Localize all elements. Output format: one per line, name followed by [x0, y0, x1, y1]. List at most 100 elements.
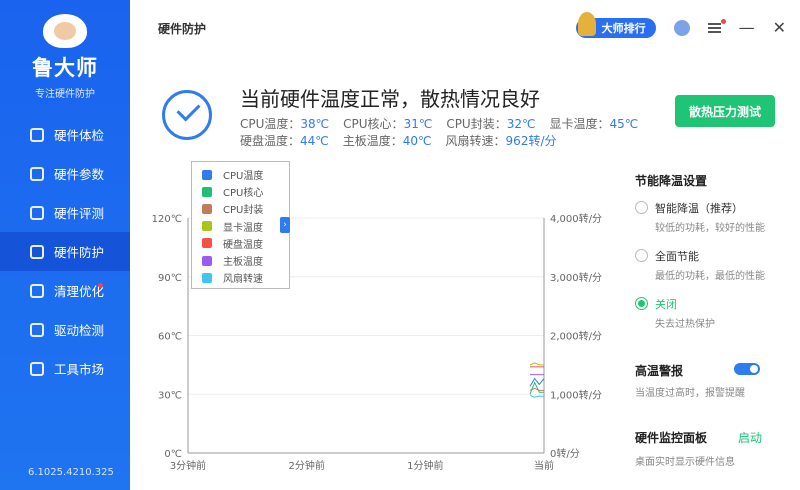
series-line [529, 394, 545, 398]
series-line [529, 381, 544, 395]
sidebar-item-1[interactable]: 硬件参数 [0, 154, 130, 193]
legend-item[interactable]: 主板温度 [202, 252, 289, 269]
legend-label: 显卡温度 [223, 222, 263, 234]
alarm-desc: 当温度过高时，报警提醒 [635, 388, 745, 399]
legend-swatch [202, 221, 212, 232]
legend-label: 硬盘温度 [223, 239, 263, 251]
sidebar-item-5[interactable]: 驱动检测 [0, 310, 130, 349]
metric-value: 44℃ [300, 134, 329, 148]
metric-label: CPU核心： [343, 117, 404, 131]
metric-value: 962转/分 [505, 134, 557, 148]
status-headline: 当前硬件温度正常，散热情况良好 [240, 87, 540, 111]
panel-desc: 桌面实时显示硬件信息 [635, 457, 735, 468]
badge-dot [98, 283, 103, 288]
topbar: 大师排行 — ✕ [575, 12, 786, 38]
sidebar-item-label: 清理优化 [54, 284, 105, 299]
legend-swatch [202, 186, 212, 197]
x-tick-label: 3分钟前 [170, 459, 206, 470]
metric-value: 45℃ [609, 117, 639, 131]
power-option-2[interactable]: 关闭 失去过热保护 [635, 296, 715, 330]
left-tick-label: 30℃ [158, 390, 182, 401]
legend-item[interactable]: CPU核心 [202, 183, 289, 200]
option-desc: 失去过热保护 [655, 319, 715, 330]
legend-swatch [202, 255, 212, 266]
menu-icon[interactable] [707, 19, 726, 33]
left-tick-label: 0℃ [164, 449, 182, 460]
nav-icon [30, 205, 44, 220]
x-tick-label: 当前 [534, 459, 554, 470]
stress-test-button[interactable]: 散热压力测试 [675, 95, 775, 127]
sidebar-item-3[interactable]: 硬件防护 [0, 232, 130, 271]
panel-title: 硬件监控面板 [635, 431, 708, 445]
option-label: 全面节能 [655, 250, 699, 263]
settings-title: 节能降温设置 [635, 174, 708, 188]
right-tick-label: 1,000转/分 [550, 388, 602, 401]
sidebar-item-2[interactable]: 硬件评测 [0, 193, 130, 232]
nav-icon [30, 283, 44, 298]
legend-item[interactable]: 显卡温度 [202, 218, 289, 235]
power-option-1[interactable]: 全面节能最低的功耗，最低的性能 [635, 248, 765, 282]
logo: 鲁大师 专注硬件防护 [0, 14, 130, 100]
alarm-toggle[interactable] [734, 363, 760, 375]
metric-label: 硬盘温度： [240, 134, 301, 148]
logo-mascot-icon [43, 14, 87, 48]
sidebar-item-4[interactable]: 清理优化 [0, 271, 130, 310]
legend-swatch [202, 169, 212, 180]
version: 6.1025.4210.325 [28, 467, 114, 478]
brand-tagline: 专注硬件防护 [35, 89, 95, 100]
rank-button[interactable]: 大师排行 [575, 12, 656, 38]
notification-dot [720, 19, 726, 24]
sidebar-item-0[interactable]: 硬件体检 [0, 115, 130, 154]
metric-value: 38℃ [300, 117, 330, 131]
user-avatar-icon[interactable] [673, 20, 690, 36]
left-tick-label: 120℃ [152, 214, 182, 225]
panel-start-link[interactable]: 启动 [738, 429, 762, 446]
legend-item[interactable]: 硬盘温度 [202, 235, 289, 252]
metric-label: 显卡温度： [549, 117, 610, 131]
legend-label: 主板温度 [223, 257, 263, 269]
legend-item[interactable]: CPU温度 [202, 166, 289, 183]
sidebar-item-label: 硬件体检 [54, 128, 105, 143]
minimize-button[interactable]: — [739, 20, 755, 36]
alarm-title: 高温警报 [635, 364, 684, 378]
radio-button[interactable] [635, 249, 648, 262]
x-tick-label: 2分钟前 [288, 459, 324, 470]
nav-icon [30, 322, 44, 337]
legend-swatch [202, 203, 212, 214]
option-desc: 较低的功耗，较好的性能 [655, 223, 765, 234]
nav-icon [30, 166, 44, 181]
rank-label: 大师排行 [601, 22, 646, 35]
sidebar-item-label: 工具市场 [54, 362, 105, 377]
brand-name: 鲁大师 [32, 56, 98, 80]
metric-label: CPU封装： [446, 117, 507, 131]
nav-icon [30, 127, 44, 142]
legend-swatch [202, 272, 212, 283]
option-desc: 最低的功耗，最低的性能 [655, 271, 765, 282]
sidebar-nav: 硬件体检硬件参数硬件评测硬件防护清理优化驱动检测工具市场 [0, 115, 130, 388]
legend-item[interactable]: 风扇转速 [202, 269, 289, 286]
sidebar-item-label: 硬件评测 [54, 206, 105, 221]
sidebar-item-label: 硬件参数 [54, 167, 105, 182]
chart-legend: CPU温度 CPU核心 CPU封装显卡温度硬盘温度主板温度风扇转速 [191, 161, 290, 289]
radio-button[interactable] [635, 297, 648, 310]
power-option-0[interactable]: 智能降温（推荐） 较低的功耗，较好的性能 [635, 200, 765, 234]
option-label: 关闭 [655, 298, 677, 311]
sidebar-item-label: 硬件防护 [54, 245, 105, 260]
legend-label: 风扇转速 [223, 274, 263, 286]
legend-swatch [202, 238, 212, 249]
metric-value: 40℃ [402, 134, 432, 148]
series-line [529, 362, 544, 366]
legend-collapse-button[interactable]: › [280, 217, 290, 233]
radio-button[interactable] [635, 201, 648, 214]
temperature-metrics: CPU温度：38℃ CPU核心：31℃ CPU封装：32℃ 显卡温度：45℃ 硬盘温度：… [240, 116, 652, 150]
legend-label: CPU温度 [223, 171, 264, 183]
series-line [529, 377, 545, 387]
legend-item[interactable]: CPU封装 [202, 200, 289, 217]
right-tick-label: 4,000转/分 [550, 212, 602, 225]
metric-label: 主板温度： [342, 134, 403, 148]
close-button[interactable]: ✕ [773, 20, 786, 36]
legend-label: CPU核心 [223, 188, 264, 200]
sidebar-item-6[interactable]: 工具市场 [0, 349, 130, 388]
page-title: 硬件防护 [158, 22, 207, 36]
legend-label: CPU封装 [223, 205, 264, 217]
